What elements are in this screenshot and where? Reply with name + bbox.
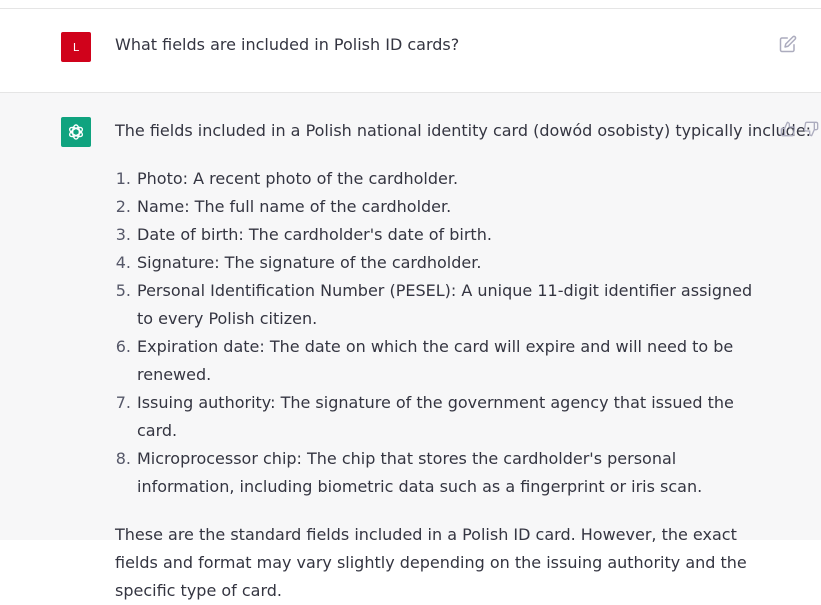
- list-item-text: Name: The full name of the cardholder.: [137, 197, 452, 216]
- thumbs-up-icon[interactable]: [780, 121, 796, 137]
- list-number: 8.: [115, 449, 131, 468]
- list-item-text: Microprocessor chip: The chip that store…: [137, 449, 703, 496]
- user-message-row: L What fields are included in Polish ID …: [0, 9, 821, 93]
- list-item: 6. Expiration date: The date on which the…: [115, 333, 765, 389]
- user-avatar: L: [61, 32, 91, 62]
- list-item: 2. Name: The full name of the cardholder.: [115, 193, 765, 221]
- list-number: 5.: [115, 281, 131, 300]
- list-item-text: Issuing authority: The signature of the …: [137, 393, 734, 440]
- openai-logo-icon: [68, 124, 84, 140]
- assistant-outro: These are the standard fields included i…: [115, 525, 747, 600]
- assistant-message-row: The fields included in a Polish national…: [0, 93, 821, 600]
- list-number: 7.: [115, 393, 131, 412]
- list-item-text: Date of birth: The cardholder's date of …: [137, 225, 492, 244]
- list-number: 1.: [115, 169, 131, 188]
- list-item: 4. Signature: The signature of the cardho…: [115, 249, 765, 277]
- list-number: 6.: [115, 337, 131, 356]
- list-item: 1. Photo: A recent photo of the cardholde…: [115, 165, 765, 193]
- list-item: 8. Microprocessor chip: The chip that sto…: [115, 445, 765, 501]
- list-item-text: Personal Identification Number (PESEL): …: [137, 281, 753, 328]
- list-item-text: Signature: The signature of the cardhold…: [137, 253, 482, 272]
- list-number: 2.: [115, 197, 131, 216]
- previous-message-edge: [0, 0, 821, 9]
- list-item: 7. Issuing authority: The signature of th…: [115, 389, 765, 445]
- assistant-message-text: The fields included in a Polish national…: [115, 117, 812, 605]
- list-number: 3.: [115, 225, 131, 244]
- assistant-intro: The fields included in a Polish national…: [115, 121, 812, 140]
- user-message-text: What fields are included in Polish ID ca…: [115, 35, 460, 54]
- user-avatar-letter: L: [72, 40, 80, 54]
- thumbs-down-icon[interactable]: [803, 121, 819, 137]
- assistant-avatar: [61, 117, 91, 147]
- list-item-text: Expiration date: The date on which the c…: [137, 337, 734, 384]
- list-item: 3. Date of birth: The cardholder's date o…: [115, 221, 765, 249]
- list-number: 4.: [115, 253, 131, 272]
- list-item-text: Photo: A recent photo of the cardholder.: [137, 169, 459, 188]
- edit-icon[interactable]: [779, 35, 797, 53]
- list-item: 5. Personal Identification Number (PESEL)…: [115, 277, 765, 333]
- fields-list: 1. Photo: A recent photo of the cardholde…: [115, 165, 765, 501]
